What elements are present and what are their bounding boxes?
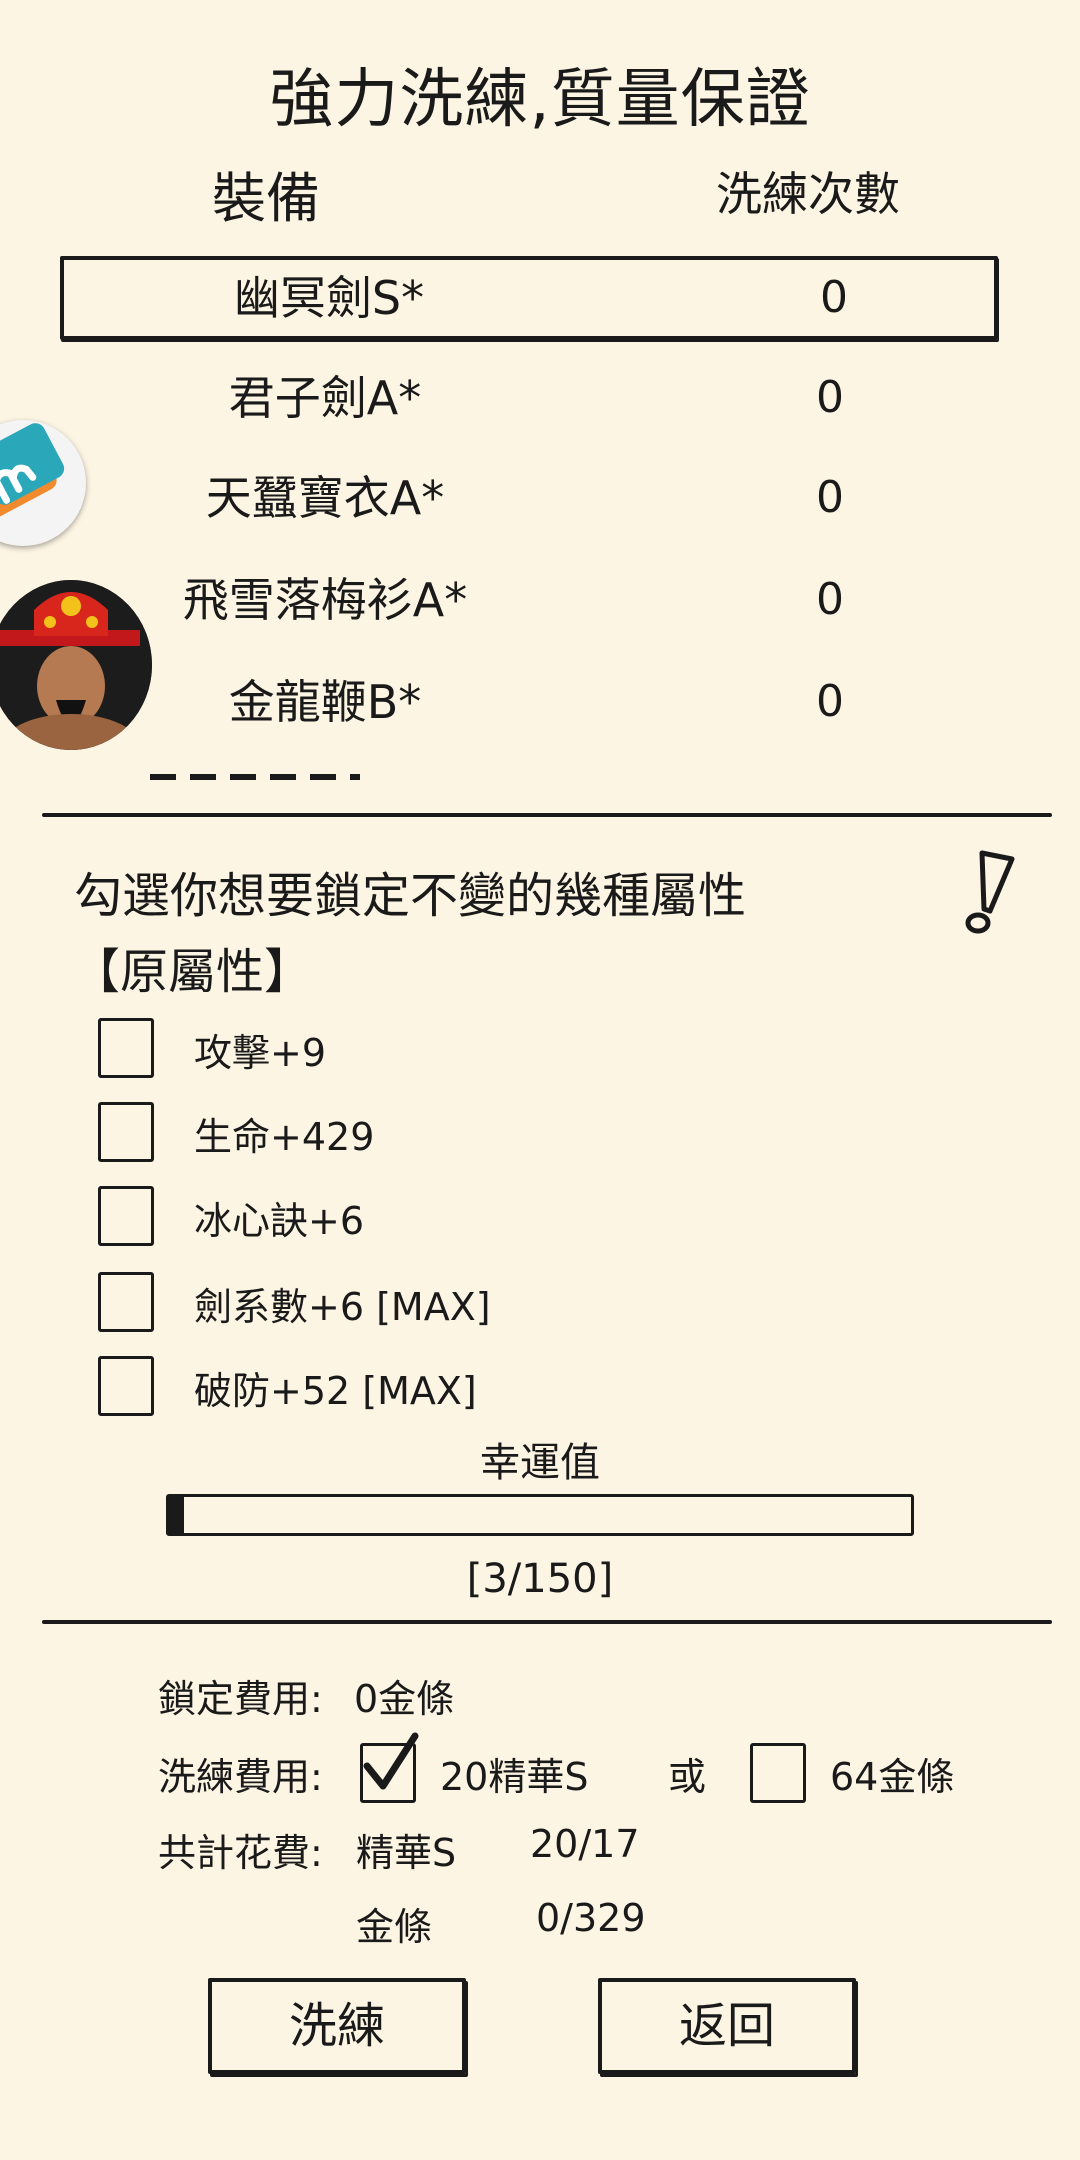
attribute-checkbox[interactable] xyxy=(98,1102,154,1162)
attribute-checkbox[interactable] xyxy=(98,1186,154,1246)
attribute-label: 冰心訣+6 xyxy=(194,1199,365,1243)
equipment-refine-count: 0 xyxy=(816,676,844,727)
attribute-label: 劍系數+6 [MAX] xyxy=(194,1285,491,1329)
equipment-row[interactable]: 金龍鞭B* 0 xyxy=(60,664,990,740)
total-cost-label: 共計花費: xyxy=(158,1831,323,1875)
essence-option-checkbox[interactable] xyxy=(360,1732,419,1803)
total-essence-name: 精華S xyxy=(356,1831,457,1875)
attribute-label: 生命+429 xyxy=(194,1115,375,1159)
attribute-label: 破防+52 [MAX] xyxy=(194,1369,477,1413)
or-text: 或 xyxy=(668,1755,707,1799)
equipment-refine-count: 0 xyxy=(816,372,844,423)
equipment-row[interactable]: 天蠶寶衣A* 0 xyxy=(60,460,990,536)
gold-option-checkbox[interactable] xyxy=(750,1743,806,1803)
total-gold-name: 金條 xyxy=(356,1905,433,1949)
attribute-label: 攻擊+9 xyxy=(194,1031,327,1075)
total-essence-value: 20/17 xyxy=(530,1822,640,1866)
page-title: 強力洗練,質量保證 xyxy=(269,63,811,137)
refine-cost-label: 洗練費用: xyxy=(158,1755,323,1799)
equipment-row[interactable]: 幽冥劍S* 0 xyxy=(60,256,998,340)
exclamation-icon[interactable] xyxy=(960,845,1020,935)
equipment-column-header: 裝備 xyxy=(212,167,320,230)
equipment-list: 幽冥劍S* 0 君子劍A* 0 天蠶寶衣A* 0 飛雪落梅衫A* 0 金龍鞭B*… xyxy=(0,250,1080,780)
luck-progress-fill xyxy=(169,1497,184,1533)
attribute-checkbox[interactable] xyxy=(98,1272,154,1332)
back-button[interactable]: 返回 xyxy=(598,1978,856,2074)
refine-button[interactable]: 洗練 xyxy=(208,1978,466,2074)
equipment-row[interactable]: 君子劍A* 0 xyxy=(60,360,990,436)
attribute-checkbox[interactable] xyxy=(98,1018,154,1078)
equipment-refine-count: 0 xyxy=(816,472,844,523)
attribute-checkbox[interactable] xyxy=(98,1356,154,1416)
refine-count-column-header: 洗練次數 xyxy=(716,167,900,221)
total-gold-value: 0/329 xyxy=(536,1896,646,1940)
equipment-refine-count: 0 xyxy=(816,574,844,625)
equipment-row[interactable]: 飛雪落梅衫A* 0 xyxy=(60,562,990,638)
lock-prompt: 勾選你想要鎖定不變的幾種屬性 xyxy=(74,868,747,924)
equipment-name: 幽冥劍S* xyxy=(233,271,425,325)
luck-progress-bar xyxy=(166,1494,914,1536)
lock-cost-value: 0金條 xyxy=(354,1677,455,1721)
essence-option-label: 20精華S xyxy=(440,1755,589,1799)
partial-row-hint xyxy=(150,762,360,780)
luck-label: 幸運值 xyxy=(480,1440,600,1486)
equipment-name: 君子劍A* xyxy=(228,371,422,425)
equipment-refine-count: 0 xyxy=(820,272,848,323)
lock-cost-label: 鎖定費用: xyxy=(158,1677,323,1721)
gold-option-label: 64金條 xyxy=(830,1755,955,1799)
divider xyxy=(42,813,1052,817)
equipment-name: 天蠶寶衣A* xyxy=(205,471,445,525)
original-attributes-label: 【原屬性】 xyxy=(72,944,313,1000)
luck-count: [3/150] xyxy=(466,1556,614,1602)
divider xyxy=(42,1620,1052,1624)
